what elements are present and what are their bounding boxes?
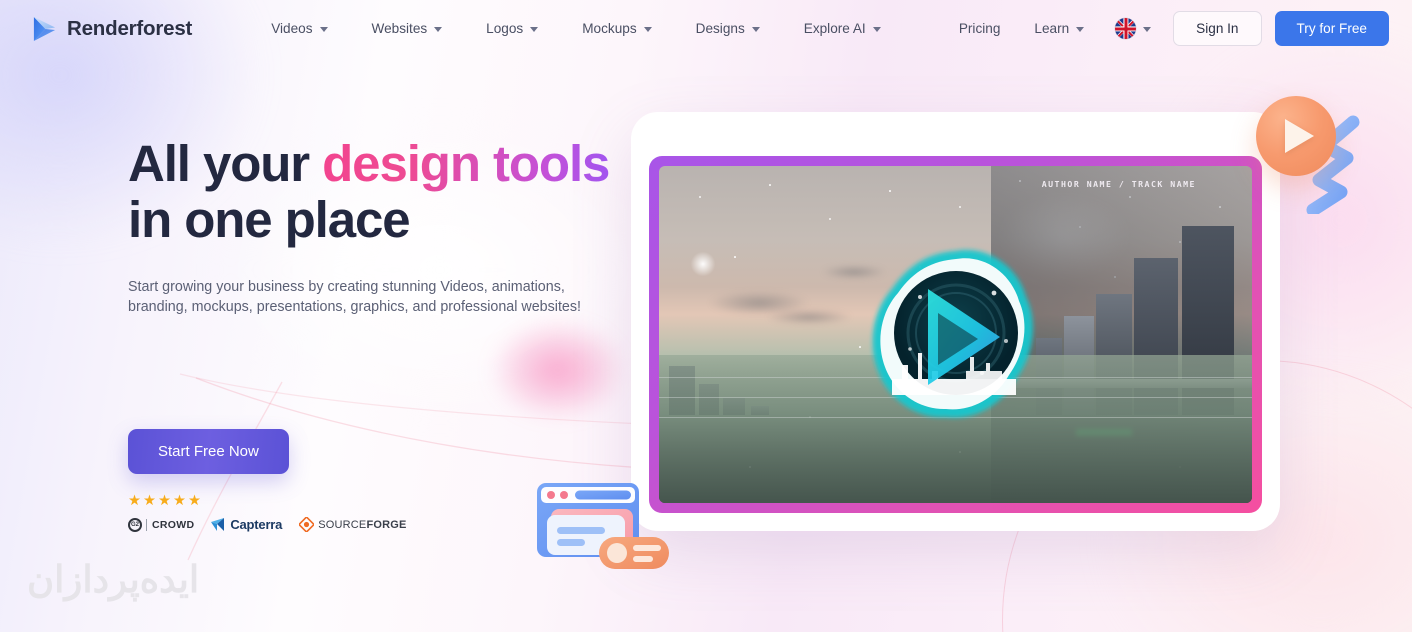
play-triangle-shape xyxy=(1285,119,1314,153)
nav-label: Websites xyxy=(371,21,428,36)
hero-subtitle: Start growing your business by creating … xyxy=(128,279,581,315)
chevron-down-icon xyxy=(1076,27,1085,32)
star-icon: ★ xyxy=(128,493,141,509)
capterra-icon xyxy=(211,517,225,531)
chevron-down-icon xyxy=(530,27,539,32)
chevron-down-icon xyxy=(872,27,881,32)
site-header: Renderforest Videos Websites Logos Mocku… xyxy=(0,0,1412,57)
nav-label: Mockups xyxy=(582,21,637,36)
play-circle-icon xyxy=(1256,96,1336,176)
nav-label: Designs xyxy=(695,21,745,36)
sourceforge-icon xyxy=(299,517,315,532)
page-title: All your design tools in one place xyxy=(128,136,648,248)
title-highlight: design tools xyxy=(322,135,610,192)
main-nav: Videos Websites Logos Mockups Designs Ex… xyxy=(249,0,903,57)
play-triangle-logo-icon xyxy=(33,16,56,41)
nav-label: Learn xyxy=(1034,21,1070,36)
nav-item-websites[interactable]: Websites xyxy=(350,0,465,57)
language-selector[interactable] xyxy=(1101,18,1165,39)
g2-label: CROWD xyxy=(146,518,194,531)
nav-item-designs[interactable]: Designs xyxy=(674,0,782,57)
sourceforge-label: SOURCEFORGE xyxy=(318,518,407,531)
nav-item-explore-ai[interactable]: Explore AI xyxy=(782,0,903,57)
g2-icon: G2 xyxy=(128,517,142,532)
uk-flag-icon xyxy=(1115,18,1137,39)
nav-item-learn[interactable]: Learn xyxy=(1017,0,1101,57)
nav-item-mockups[interactable]: Mockups xyxy=(560,0,673,57)
video-thumbnail[interactable]: AUTHOR NAME / TRACK NAME xyxy=(659,166,1252,503)
nav-label: Videos xyxy=(271,21,313,36)
nav-label: Pricing xyxy=(958,21,1001,36)
chevron-down-icon xyxy=(643,27,652,32)
nav-item-videos[interactable]: Videos xyxy=(249,0,349,57)
chevron-down-icon xyxy=(434,27,443,32)
header-actions: Pricing Learn Sign In Try for Free xyxy=(942,0,1389,57)
video-frame: AUTHOR NAME / TRACK NAME xyxy=(649,156,1262,513)
star-icon: ★ xyxy=(173,493,186,509)
browser-window-icon xyxy=(537,483,669,569)
review-badges: G2 CROWD Capterra SOURCEFORGE xyxy=(128,517,407,532)
title-part-1: All your xyxy=(128,135,323,192)
badge-capterra[interactable]: Capterra xyxy=(211,517,282,532)
star-icon: ★ xyxy=(188,493,201,509)
nav-item-pricing[interactable]: Pricing xyxy=(942,0,1018,57)
start-free-now-button[interactable]: Start Free Now xyxy=(128,429,289,474)
nav-item-logos[interactable]: Logos xyxy=(464,0,560,57)
capterra-label: Capterra xyxy=(230,517,283,532)
rating-stars: ★ ★ ★ ★ ★ xyxy=(128,494,201,509)
chevron-down-icon xyxy=(751,27,760,32)
chevron-down-icon xyxy=(1143,27,1152,32)
star-icon: ★ xyxy=(143,493,156,509)
badge-sourceforge[interactable]: SOURCEFORGE xyxy=(299,517,406,532)
logo[interactable]: Renderforest xyxy=(31,15,192,43)
watermark-text: ایده‌پردازان xyxy=(27,559,200,600)
chevron-down-icon xyxy=(319,27,328,32)
nav-label: Logos xyxy=(486,21,524,36)
hero-content: All your design tools in one place Start… xyxy=(128,136,648,532)
sign-in-button[interactable]: Sign In xyxy=(1173,11,1262,46)
title-part-2: in one place xyxy=(128,191,411,248)
badge-g2-crowd[interactable]: G2 CROWD xyxy=(128,517,194,532)
track-label: AUTHOR NAME / TRACK NAME xyxy=(1041,179,1196,189)
play-button-logo-icon[interactable] xyxy=(866,245,1046,425)
nav-label: Explore AI xyxy=(803,21,866,36)
star-icon: ★ xyxy=(158,493,171,509)
logo-text: Renderforest xyxy=(67,16,193,40)
video-preview-card[interactable]: AUTHOR NAME / TRACK NAME xyxy=(631,112,1280,531)
try-for-free-button[interactable]: Try for Free xyxy=(1274,11,1389,46)
